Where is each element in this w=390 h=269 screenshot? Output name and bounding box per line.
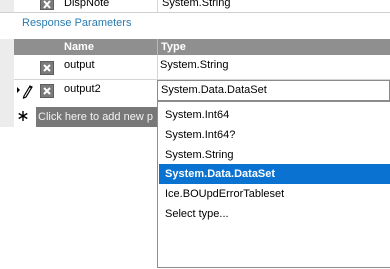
column-header-type[interactable]: Type [161,39,361,55]
delete-row-button[interactable] [40,61,54,75]
param-type-cell[interactable]: System.String [158,0,390,10]
row-selector [0,0,14,12]
grid-header: Name Type [14,39,390,55]
delete-row-button[interactable] [40,84,54,98]
delete-x-icon [43,0,51,9]
dropdown-option[interactable]: System.String [159,145,390,165]
dropdown-option-selected[interactable]: System.Data.DataSet [159,164,390,184]
delete-row-button[interactable] [40,0,54,10]
previous-section-row: DispNote System.String [0,0,390,12]
dropdown-option[interactable]: Ice.BOUpdErrorTableset [159,184,390,204]
param-name-cell[interactable]: output [64,58,156,72]
param-name-cell[interactable]: output2 [64,82,156,96]
delete-x-icon [43,64,51,72]
section-title: Response Parameters [22,17,132,29]
delete-x-icon [43,87,51,95]
dropdown-option[interactable]: System.Int64? [159,125,390,145]
add-new-row-field[interactable]: Click here to add new p [36,107,157,127]
type-combobox[interactable]: System.Data.DataSet [157,80,390,101]
select-type-option[interactable]: Select type... [159,204,390,224]
param-type-cell[interactable]: System.String [160,58,388,72]
asterisk-icon [18,111,28,121]
header-filler [14,39,58,55]
dropdown-option[interactable]: System.Int64 [159,105,390,125]
column-divider [157,55,158,80]
column-divider [157,39,158,55]
type-dropdown-list: System.Int64 System.Int64? System.String… [157,101,390,268]
param-name-cell[interactable]: DispNote [58,0,158,10]
column-header-name[interactable]: Name [64,39,156,55]
section-divider [0,12,390,13]
new-row-indicator [17,110,29,122]
table-row[interactable]: output System.String [14,55,390,80]
row-selector-gutter [0,39,14,127]
